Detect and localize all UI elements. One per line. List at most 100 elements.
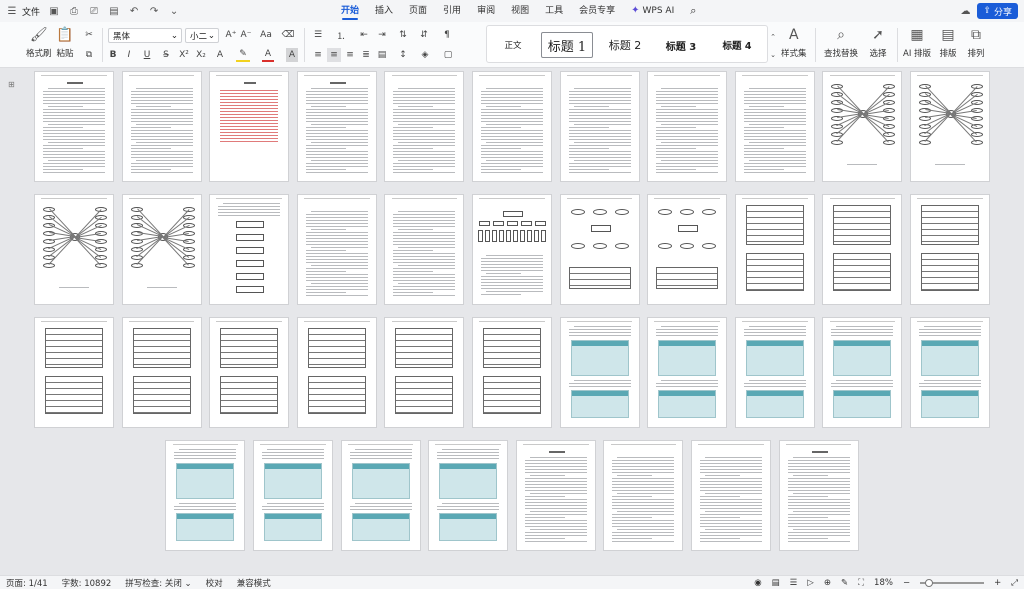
print-preview-icon[interactable]: ▤ bbox=[108, 5, 120, 17]
share-button[interactable]: ⇪ 分享 bbox=[977, 3, 1018, 19]
web-view-icon[interactable]: ⊕ bbox=[824, 578, 831, 588]
bullet-list-icon[interactable]: ☰ bbox=[311, 28, 325, 42]
increase-indent-icon[interactable]: ⇥ bbox=[375, 28, 389, 42]
numbered-list-icon[interactable]: ⒈ bbox=[334, 28, 348, 42]
page-thumbnail[interactable] bbox=[384, 71, 465, 182]
style-heading1[interactable]: 标题 1 bbox=[541, 32, 593, 58]
page-thumbnail[interactable] bbox=[734, 71, 815, 182]
highlight-icon[interactable]: ✎ bbox=[236, 48, 250, 62]
print-icon[interactable]: ⎚ bbox=[88, 5, 100, 17]
eye-icon[interactable]: ◉ bbox=[754, 578, 761, 588]
page-thumbnail[interactable] bbox=[822, 194, 903, 305]
zoom-slider[interactable] bbox=[920, 579, 985, 587]
chevron-down-icon[interactable]: ⌄ bbox=[168, 5, 180, 17]
file-menu[interactable]: ☰ 文件 bbox=[6, 5, 41, 18]
page-thumbnail[interactable] bbox=[384, 317, 465, 428]
page-thumbnail[interactable] bbox=[165, 440, 246, 551]
zoom-out-icon[interactable]: − bbox=[903, 578, 910, 588]
show-marks-icon[interactable]: ¶ bbox=[440, 28, 454, 42]
tab-view[interactable]: 视图 bbox=[503, 0, 537, 22]
ruler-toggle-icon[interactable]: ⊞ bbox=[8, 80, 22, 94]
zoom-slider-knob[interactable] bbox=[925, 579, 934, 587]
page-thumbnail[interactable] bbox=[647, 317, 728, 428]
style-heading4[interactable]: 标题 4 bbox=[715, 32, 759, 58]
page-thumbnail[interactable] bbox=[253, 440, 333, 551]
find-replace-button[interactable]: ⌕ 查找替换 bbox=[824, 25, 858, 59]
fit-page-icon[interactable]: ⛶ bbox=[858, 578, 864, 588]
page-thumbnail[interactable] bbox=[209, 317, 290, 428]
page-indicator[interactable]: 页面: 1/41 bbox=[6, 577, 48, 589]
border-icon[interactable]: ▢ bbox=[440, 48, 456, 62]
align-center-icon[interactable]: ≡ bbox=[327, 48, 341, 62]
page-thumbnail[interactable] bbox=[603, 440, 684, 551]
page-thumbnail[interactable] bbox=[472, 317, 552, 428]
chevron-down-icon[interactable]: ⌄ bbox=[769, 48, 777, 62]
page-thumbnail[interactable] bbox=[559, 194, 640, 305]
zoom-in-icon[interactable]: + bbox=[994, 578, 1001, 588]
line-spacing-icon[interactable]: ↕ bbox=[395, 48, 411, 62]
redo-icon[interactable]: ↷ bbox=[148, 5, 160, 17]
page-thumbnail[interactable] bbox=[209, 71, 290, 182]
tab-review[interactable]: 审阅 bbox=[469, 0, 503, 22]
page-thumbnail[interactable] bbox=[822, 71, 903, 182]
page-thumbnail[interactable] bbox=[515, 440, 596, 551]
char-shading-icon[interactable]: A bbox=[286, 48, 298, 62]
font-color-icon[interactable]: A bbox=[262, 48, 274, 62]
page-thumbnail[interactable] bbox=[734, 194, 815, 305]
page-thumbnail[interactable] bbox=[559, 317, 640, 428]
page-thumbnail[interactable] bbox=[822, 317, 903, 428]
outline-view-icon[interactable]: ☰ bbox=[790, 578, 798, 588]
style-heading3[interactable]: 标题 3 bbox=[659, 32, 703, 58]
page-thumbnail[interactable] bbox=[472, 71, 552, 182]
pen-icon[interactable]: ✎ bbox=[841, 578, 848, 588]
bold-icon[interactable]: B bbox=[108, 48, 118, 62]
style-normal[interactable]: 正文 bbox=[495, 32, 531, 58]
fullscreen-icon[interactable]: ⤢ bbox=[1011, 578, 1018, 588]
page-thumbnail[interactable] bbox=[559, 71, 640, 182]
tab-insert[interactable]: 插入 bbox=[367, 0, 401, 22]
search-button[interactable]: ⌕ bbox=[682, 0, 704, 22]
grow-font-icon[interactable]: A⁺ bbox=[225, 28, 237, 42]
strikethrough-icon[interactable]: S̶ bbox=[160, 48, 172, 62]
align-left-icon[interactable]: ≡ bbox=[311, 48, 325, 62]
page-thumbnail[interactable] bbox=[34, 194, 114, 305]
save-icon[interactable]: ▣ bbox=[48, 5, 60, 17]
page-thumbnail[interactable] bbox=[384, 194, 465, 305]
font-size-select[interactable]: 小二 ⌄ bbox=[185, 28, 219, 43]
clear-format-icon[interactable]: ⌫ bbox=[282, 28, 295, 42]
decrease-indent-icon[interactable]: ⇤ bbox=[357, 28, 371, 42]
text-direction-icon[interactable]: ⇅ bbox=[395, 28, 411, 42]
page-thumbnail[interactable] bbox=[121, 194, 202, 305]
zoom-value[interactable]: 18% bbox=[874, 578, 893, 588]
word-count[interactable]: 字数: 10892 bbox=[62, 577, 112, 589]
page-thumbnail[interactable] bbox=[428, 440, 509, 551]
style-heading2[interactable]: 标题 2 bbox=[603, 32, 647, 58]
paste-button[interactable]: 📋 粘贴 bbox=[55, 25, 75, 59]
select-button[interactable]: ➚ 选择 bbox=[868, 25, 888, 59]
page-view-icon[interactable]: ▤ bbox=[772, 578, 780, 588]
page-thumbnail[interactable] bbox=[121, 317, 202, 428]
italic-icon[interactable]: I bbox=[124, 48, 134, 62]
sort-icon[interactable]: ⇵ bbox=[417, 28, 431, 42]
font-family-select[interactable]: 黑体 ⌄ bbox=[108, 28, 182, 43]
page-thumbnail[interactable] bbox=[910, 71, 990, 182]
change-case-icon[interactable]: Aa bbox=[257, 28, 275, 42]
page-thumbnail[interactable] bbox=[209, 194, 290, 305]
style-set-button[interactable]: A 样式集 bbox=[781, 25, 807, 59]
document-canvas[interactable]: ⊞ bbox=[0, 68, 1024, 575]
page-thumbnail[interactable] bbox=[34, 71, 114, 182]
tab-tools[interactable]: 工具 bbox=[537, 0, 571, 22]
spell-check-toggle[interactable]: 拼写检查: 关闭 ⌄ bbox=[125, 577, 191, 589]
tab-home[interactable]: 开始 bbox=[333, 0, 367, 22]
page-thumbnail[interactable] bbox=[778, 440, 859, 551]
proofread-button[interactable]: 校对 bbox=[206, 577, 223, 589]
shrink-font-icon[interactable]: A⁻ bbox=[240, 28, 252, 42]
distribute-icon[interactable]: ▤ bbox=[375, 48, 389, 62]
underline-icon[interactable]: U bbox=[140, 48, 154, 62]
page-thumbnail[interactable] bbox=[910, 317, 990, 428]
tab-member[interactable]: 会员专享 bbox=[571, 0, 623, 22]
page-thumbnail[interactable] bbox=[910, 194, 990, 305]
page-thumbnail[interactable] bbox=[121, 71, 202, 182]
text-effect-icon[interactable]: A bbox=[213, 48, 227, 62]
page-thumbnail[interactable] bbox=[296, 317, 377, 428]
